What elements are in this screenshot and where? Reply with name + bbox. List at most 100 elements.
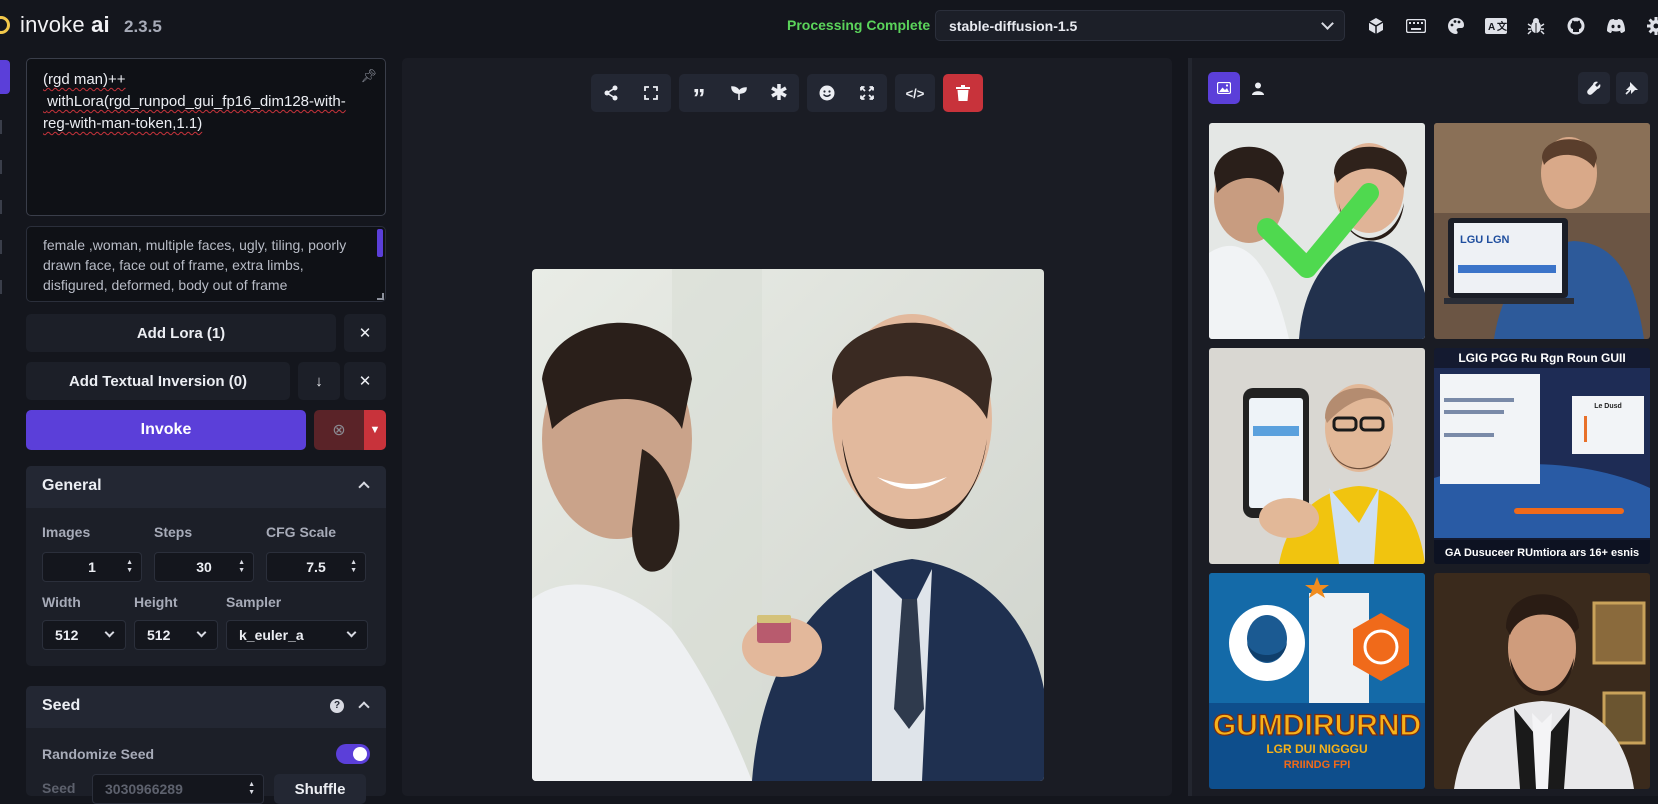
smile-icon bbox=[819, 85, 835, 101]
add-lora-button[interactable]: Add Lora (1) bbox=[26, 314, 336, 352]
bug-icon[interactable] bbox=[1516, 13, 1556, 39]
close-icon: ✕ bbox=[359, 324, 372, 342]
gallery-thumbnail[interactable] bbox=[1209, 123, 1425, 339]
pin-gallery-button[interactable] bbox=[1616, 72, 1648, 104]
maximize-arrows-icon bbox=[860, 86, 874, 100]
svg-text:A: A bbox=[1488, 22, 1495, 33]
thumb-text: LGU LGN bbox=[1460, 234, 1510, 246]
discord-icon[interactable] bbox=[1596, 13, 1636, 39]
stepper-icon[interactable]: ▲▼ bbox=[126, 559, 133, 575]
thumb-text: LGIG PGG Ru Rgn Roun GUII bbox=[1458, 351, 1625, 365]
use-seed-button[interactable] bbox=[719, 74, 759, 112]
general-accordion-header[interactable]: General bbox=[26, 466, 386, 508]
width-label: Width bbox=[42, 594, 81, 610]
side-tab-strip bbox=[0, 56, 14, 796]
negative-prompt-input[interactable]: female ,woman, multiple faces, ugly, til… bbox=[26, 226, 386, 302]
images-input[interactable]: 1▲▼ bbox=[42, 552, 142, 582]
add-textual-inversion-button[interactable]: Add Textual Inversion (0) bbox=[26, 362, 290, 400]
cancel-options-button[interactable]: ▼ bbox=[364, 410, 386, 450]
randomize-seed-label: Randomize Seed bbox=[42, 746, 154, 762]
sampler-select[interactable]: k_euler_a bbox=[226, 620, 368, 650]
stepper-icon[interactable]: ▲▼ bbox=[248, 781, 255, 797]
resize-handle-icon[interactable] bbox=[377, 293, 384, 300]
close-icon: ✕ bbox=[359, 372, 372, 390]
thumb-text: GUMDIRURND bbox=[1213, 709, 1421, 742]
stepper-icon[interactable]: ▲▼ bbox=[350, 559, 357, 575]
randomize-seed-toggle[interactable] bbox=[336, 744, 370, 764]
width-select[interactable]: 512 bbox=[42, 620, 126, 650]
delete-image-button[interactable] bbox=[943, 74, 983, 112]
gallery-thumbnail[interactable] bbox=[1434, 573, 1650, 789]
gallery-thumbnail[interactable]: GUMDIRURND LGR DUI NIGGGU RRIINDG FPI bbox=[1209, 573, 1425, 789]
share-icon bbox=[603, 85, 619, 101]
fullscreen-button[interactable] bbox=[631, 74, 671, 112]
height-select[interactable]: 512 bbox=[134, 620, 218, 650]
chevron-down-icon bbox=[105, 628, 115, 638]
upscale-button[interactable] bbox=[847, 74, 887, 112]
quote-icon: ” bbox=[693, 88, 706, 108]
trash-icon bbox=[956, 85, 970, 101]
clear-lora-button[interactable]: ✕ bbox=[344, 314, 386, 352]
thumb-text: LGR DUI NIGGGU bbox=[1266, 742, 1367, 756]
restore-faces-button[interactable] bbox=[807, 74, 847, 112]
prompt-input[interactable]: (rgd man)++ withLora(rgd_runpod_gui_fp16… bbox=[26, 58, 386, 216]
model-select[interactable]: stable-diffusion-1.5 bbox=[935, 10, 1345, 41]
pin-icon[interactable]: 📌︎ bbox=[360, 65, 377, 87]
asterisk-icon: ✱ bbox=[770, 80, 788, 106]
app-name: invoke ai bbox=[20, 12, 110, 38]
keyboard-icon[interactable] bbox=[1396, 13, 1436, 39]
user-icon bbox=[1252, 82, 1264, 95]
help-icon[interactable]: ? bbox=[330, 699, 344, 713]
app-version: 2.3.5 bbox=[124, 17, 162, 37]
thumb-text: Le Dusd bbox=[1594, 403, 1622, 410]
side-tab[interactable] bbox=[0, 240, 3, 254]
current-image[interactable] bbox=[532, 269, 1044, 781]
gallery-settings-button[interactable] bbox=[1578, 72, 1610, 104]
invoke-button[interactable]: Invoke bbox=[26, 410, 306, 450]
scrollbar[interactable] bbox=[377, 229, 383, 257]
images-tab[interactable] bbox=[1208, 72, 1240, 104]
arrow-down-icon: ↓ bbox=[315, 373, 323, 390]
cancel-button[interactable]: ⊗ bbox=[314, 410, 364, 450]
clear-textual-inversion-button[interactable]: ✕ bbox=[344, 362, 386, 400]
logo-icon bbox=[0, 16, 10, 34]
caret-down-icon: ▼ bbox=[370, 424, 381, 436]
negative-prompt-text: female ,woman, multiple faces, ugly, til… bbox=[43, 235, 369, 295]
gallery-thumbnail[interactable] bbox=[1209, 348, 1425, 564]
steps-input[interactable]: 30▲▼ bbox=[154, 552, 254, 582]
thumb-text: GA Dusuceer RUmtiora ars 16+ esnis bbox=[1445, 547, 1639, 559]
chevron-down-icon bbox=[197, 628, 207, 638]
settings-icon[interactable] bbox=[1636, 13, 1658, 39]
cfg-scale-input[interactable]: 7.5▲▼ bbox=[266, 552, 366, 582]
use-all-button[interactable]: ✱ bbox=[759, 74, 799, 112]
side-tab-active[interactable] bbox=[0, 60, 10, 94]
seed-accordion-header[interactable]: Seed ? bbox=[26, 686, 386, 728]
cube-icon[interactable] bbox=[1356, 13, 1396, 39]
user-tab[interactable] bbox=[1242, 72, 1274, 104]
stepper-icon[interactable]: ▲▼ bbox=[238, 559, 245, 575]
share-button[interactable] bbox=[591, 74, 631, 112]
general-accordion: General Images Steps CFG Scale 1▲▼ 30▲▼ … bbox=[26, 466, 386, 666]
top-bar: invoke ai 2.3.5 Processing Complete stab… bbox=[0, 0, 1658, 52]
palette-icon[interactable] bbox=[1436, 13, 1476, 39]
use-prompt-button[interactable]: ” bbox=[679, 74, 719, 112]
gallery-panel: LGU LGN LGIG PGG Ru Rgn Roun GUII bbox=[1192, 58, 1658, 796]
gallery-thumbnail[interactable]: LGU LGN bbox=[1434, 123, 1650, 339]
show-metadata-button[interactable]: </> bbox=[895, 74, 935, 112]
seedling-icon bbox=[731, 85, 747, 101]
github-icon[interactable] bbox=[1556, 13, 1596, 39]
language-icon[interactable]: A文 bbox=[1476, 13, 1516, 39]
download-button[interactable]: ↓ bbox=[298, 362, 340, 400]
gallery-thumbnail[interactable]: LGIG PGG Ru Rgn Roun GUII Le Dusd GA Dus… bbox=[1434, 348, 1650, 564]
shuffle-button[interactable]: Shuffle bbox=[274, 774, 366, 804]
code-icon: </> bbox=[906, 86, 925, 101]
side-tab[interactable] bbox=[0, 160, 3, 174]
expand-icon bbox=[644, 86, 658, 100]
sampler-label: Sampler bbox=[226, 594, 281, 610]
side-tab[interactable] bbox=[0, 200, 3, 214]
status-text: Processing Complete bbox=[787, 17, 930, 33]
side-tab[interactable] bbox=[0, 280, 3, 294]
seed-input[interactable]: 3030966289▲▼ bbox=[92, 774, 264, 804]
svg-text:文: 文 bbox=[1497, 20, 1507, 33]
side-tab[interactable] bbox=[0, 120, 3, 134]
